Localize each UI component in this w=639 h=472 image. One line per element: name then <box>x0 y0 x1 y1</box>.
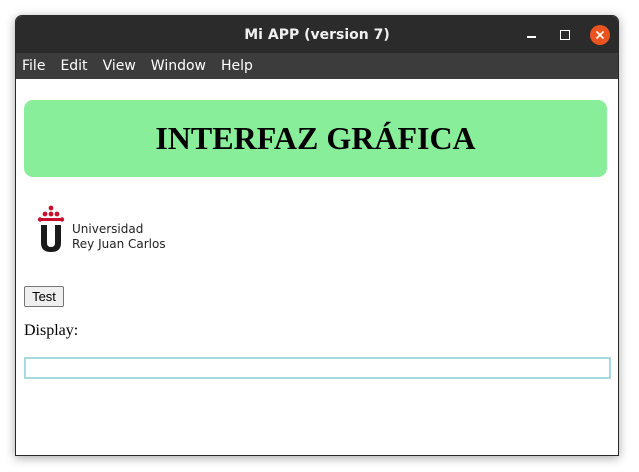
title-bar[interactable]: Mi APP (version 7) <box>16 16 618 53</box>
logo-line-2: Rey Juan Carlos <box>72 237 166 251</box>
test-button[interactable]: Test <box>24 286 64 307</box>
window-title: Mi APP (version 7) <box>244 26 390 43</box>
menu-help[interactable]: Help <box>221 58 253 74</box>
header-banner: INTERFAZ GRÁFICA <box>24 100 607 177</box>
logo-text: Universidad Rey Juan Carlos <box>72 222 166 253</box>
close-icon <box>596 30 604 39</box>
urjc-crown-u-icon <box>37 205 65 252</box>
maximize-button[interactable] <box>556 26 574 44</box>
university-logo: Universidad Rey Juan Carlos <box>36 205 166 253</box>
menu-view[interactable]: View <box>103 58 136 74</box>
display-label: Display: <box>24 322 79 339</box>
banner-title: INTERFAZ GRÁFICA <box>155 120 476 156</box>
main-content: INTERFAZ GRÁFICA Universidad Rey Juan Ca… <box>16 79 618 455</box>
minimize-icon <box>526 35 536 38</box>
menu-file[interactable]: File <box>22 58 45 74</box>
close-button[interactable] <box>590 24 610 45</box>
logo-line-1: Universidad <box>72 222 144 236</box>
minimize-button[interactable] <box>522 26 540 44</box>
window-controls <box>506 16 610 53</box>
menu-edit[interactable]: Edit <box>60 58 87 74</box>
display-field[interactable] <box>24 357 611 379</box>
menu-window[interactable]: Window <box>151 58 206 74</box>
app-window: Mi APP (version 7) File Edit View Window… <box>15 15 619 456</box>
menu-bar: File Edit View Window Help <box>16 53 618 79</box>
maximize-icon <box>560 29 570 40</box>
